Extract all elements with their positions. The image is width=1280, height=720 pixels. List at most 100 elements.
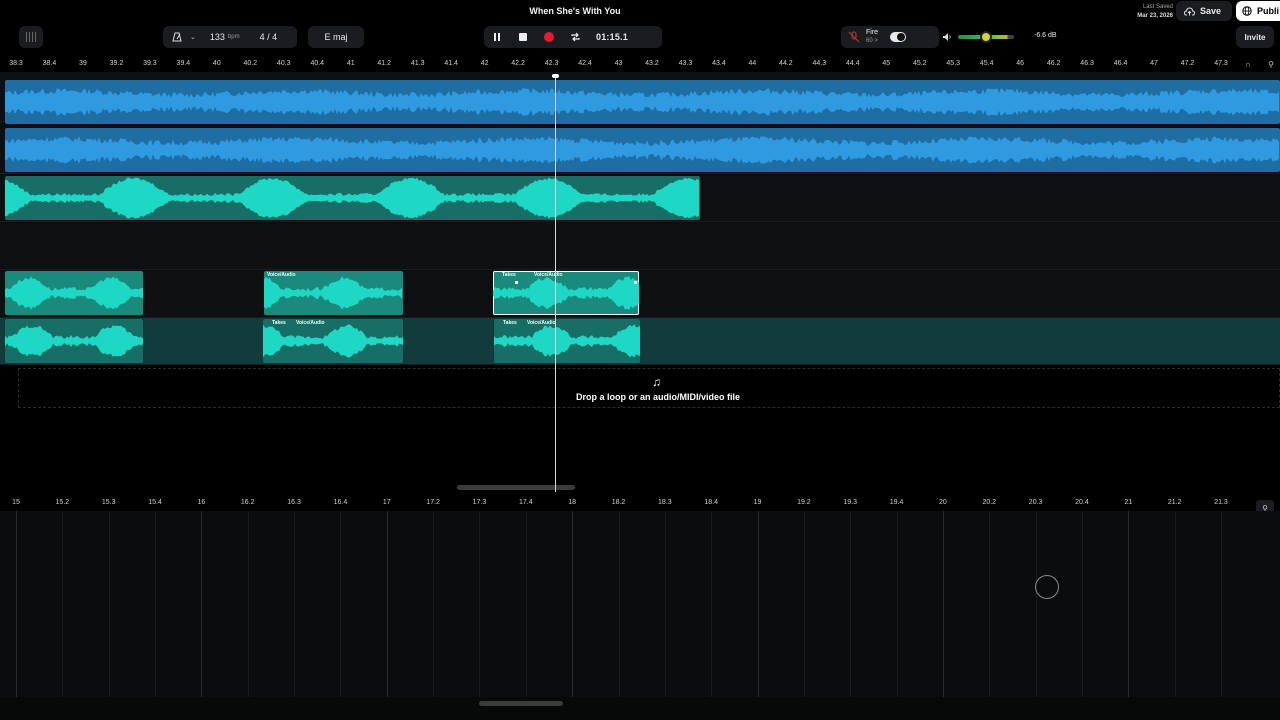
tempo-meter-control[interactable]: ⌄ 133 bpm 4 / 4 [163,26,297,48]
drop-zone[interactable] [18,368,1280,408]
chevron-down-icon[interactable]: ⌄ [190,33,196,41]
ruler-tick-label: 18.2 [611,499,626,506]
instrument-sub: 60 > [866,38,878,44]
ruler-tick-label: 21 [1124,499,1133,506]
horizontal-scrollbar[interactable] [457,485,575,490]
grid-line [155,511,157,697]
globe-icon [1242,6,1252,16]
key-value: E maj [324,32,348,42]
ruler-tick-label: 46.2 [1046,60,1061,67]
song-title[interactable]: When She's With You [0,6,1150,16]
fade-handle[interactable] [634,281,637,284]
clip-label: Voice/Audio [296,320,325,326]
ruler-tick-label: 40 [212,60,221,67]
grid-line [896,511,898,697]
bpm-unit: bpm [227,34,240,40]
instrument-mic-off-icon[interactable] [848,31,860,43]
volume-control: -6.6 dB [940,26,1072,48]
zoom-icon[interactable]: ⚲ [1264,58,1278,70]
take-clip[interactable]: Voice/Audio [264,271,403,315]
ruler-tick-label: 45.4 [979,60,994,67]
time-display: 01:15.1 [596,32,628,42]
instrument-toggle[interactable] [890,32,907,42]
music-note-plus-icon: ♫ [652,375,661,389]
playhead-handle[interactable] [552,74,559,78]
waveform [263,324,403,358]
grid-line [942,511,944,697]
takes-label[interactable]: Takes [503,320,517,326]
track-lane[interactable] [0,270,1280,318]
ruler-tick-label: 20.3 [1028,499,1043,506]
publish-button[interactable]: Publi [1236,1,1280,21]
record-icon [544,32,554,42]
track-lane[interactable] [0,222,1280,270]
speaker-icon[interactable] [942,32,952,42]
track-list-toggle-button[interactable] [19,26,43,48]
ruler-tick-label: 18.4 [704,499,718,506]
volume-slider-knob[interactable] [980,31,992,43]
voice-clip[interactable] [5,176,700,220]
time-signature[interactable]: 4 / 4 [260,32,278,42]
arrangement-view[interactable]: Voice/Audio Takes Voice/Audio Takes Voic… [0,72,1280,495]
take-clip[interactable]: Takes Voice/Audio [263,319,403,363]
loading-spinner-icon [1035,575,1059,599]
instrument-name: Fire [866,29,879,36]
ruler-tick-label: 17 [382,499,391,506]
audio-clip[interactable] [5,80,1280,124]
ruler-tick-label: 17.3 [472,499,487,506]
take-clip[interactable] [5,271,143,315]
bpm-value[interactable]: 133 [210,32,225,42]
editor-scrollbar[interactable] [479,701,563,706]
ruler-tick-label: 17.4 [518,499,533,506]
ruler-tick-label: 46 [1016,60,1025,67]
save-button[interactable]: Save [1176,1,1232,21]
fade-handle[interactable] [515,281,518,284]
takes-label[interactable]: Takes [272,320,286,326]
snap-magnet-icon[interactable]: ∩ [1241,58,1255,70]
ruler-tick-label: 15 [12,499,20,506]
metronome-icon[interactable] [172,32,182,42]
invite-button[interactable]: Invite [1236,26,1274,48]
take-clip[interactable]: Takes Voice/Audio [494,319,640,363]
take-clip[interactable] [5,319,143,363]
ruler-tick-label: 40.3 [276,60,291,67]
last-saved-info: Last Saved Mar 23, 2026 [1137,3,1173,21]
editor-ruler[interactable]: 15 15.2 15.3 15.4 16 16.2 16.3 16.4 17 17.2 17.3 17… [0,495,1280,511]
ruler-tick-label: 43.2 [645,60,659,67]
grid-line [386,511,388,697]
grid-line [803,511,805,697]
key-selector[interactable]: E maj [308,26,364,48]
top-toolbar: When She's With You ⌄ 133 bpm 4 / 4 E ma… [0,0,1280,56]
grid-line [479,511,481,697]
take-clip-selected[interactable]: Takes Voice/Audio [493,271,639,315]
ruler-tick-label: 16.4 [333,499,348,506]
takes-label[interactable]: Takes [502,272,516,278]
clip-label: Voice/Audio [267,272,296,278]
grid-line [108,511,110,697]
ruler-tick-label: 46.4 [1113,60,1128,67]
loop-button[interactable] [562,26,588,48]
timeline-ruler[interactable]: 38.3 38.4 39 39.2 39.3 39.4 40 40.2 40.3 40.4 41 41… [0,56,1280,72]
clip-editor[interactable] [0,511,1280,720]
track-lane-selected[interactable] [0,318,1280,365]
ruler-tick-label: 17.2 [426,499,440,506]
instrument-preset[interactable]: Fire 60 > [841,26,939,48]
grid-line [201,511,203,697]
ruler-tick-label: 44 [748,60,757,67]
clip-label: Voice/Audio [534,272,563,278]
grid-line [1081,511,1083,697]
audio-clip[interactable] [5,128,1280,172]
ruler-tick-label: 43 [614,60,623,67]
waveform [5,136,1279,164]
record-button[interactable] [536,26,562,48]
playhead[interactable] [555,76,556,492]
pause-button[interactable] [484,26,510,48]
stop-icon [519,33,527,41]
ruler-tick-label: 44.4 [845,60,860,67]
ruler-tick-label: 15.3 [101,499,116,506]
stop-button[interactable] [510,26,536,48]
ruler-tick-label: 16 [197,499,206,506]
publish-label: Publi [1257,6,1279,16]
ruler-tick-label: 40.2 [243,60,258,67]
grid-line [525,511,527,697]
